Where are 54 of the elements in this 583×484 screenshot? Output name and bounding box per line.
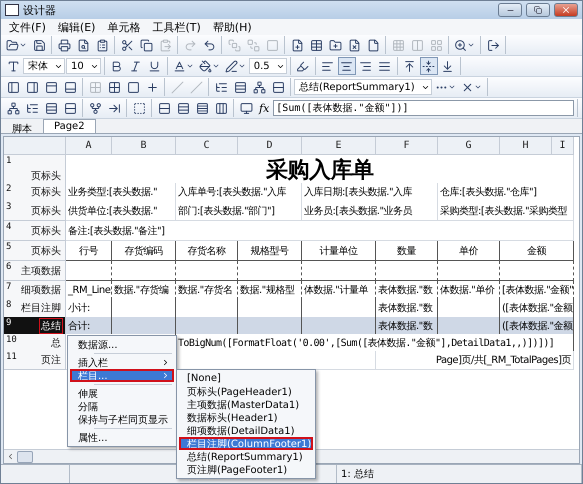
row-number: 7 — [6, 282, 12, 294]
row-number: 4 — [6, 222, 12, 234]
band-label: 栏目注脚 — [20, 302, 62, 316]
table-cell: [表体数据."金额" — [500, 281, 574, 300]
row-number: 2 — [6, 184, 12, 196]
band-label: 页注 — [40, 354, 62, 368]
table-cell: 表体数据."数 — [376, 299, 438, 318]
table-cell: 体数据."计量单 — [302, 281, 376, 300]
table-cell: 入库单号:[表头数据."入库 — [176, 183, 302, 202]
table-cell: 金额 — [500, 241, 574, 261]
row-number: 9 — [6, 318, 12, 330]
table-cell: 小计: — [66, 299, 112, 318]
table-cell: 入库日期:[表头数据."入库 — [302, 183, 438, 202]
table-cell: 采购类型:[表头数据."采购类型 — [438, 201, 574, 221]
band-label: 总结 — [39, 318, 63, 334]
table-cell: 存货编码 — [112, 241, 176, 261]
band-label: 页标头 — [30, 170, 62, 184]
table-cell: 数据."存货名 — [176, 281, 238, 300]
table-cell: 存货名称 — [176, 241, 238, 261]
table-cell: 计量单位 — [302, 241, 376, 261]
table-cell: 行号 — [66, 241, 112, 261]
function-label: fx — [258, 102, 270, 114]
table-cell: 单价 — [438, 241, 500, 261]
band-label: 页标头 — [30, 224, 62, 239]
band-label: 页标头 — [30, 204, 62, 219]
table-cell: 表体数据."数 — [376, 281, 438, 300]
row-number: 5 — [6, 242, 12, 254]
row-number: 3 — [6, 202, 12, 214]
row-number: 1 — [6, 156, 12, 168]
window-title: 设计器 — [23, 2, 57, 18]
table-cell: 数据."规格型 — [238, 281, 302, 300]
row-number: 8 — [6, 300, 12, 312]
table-cell: _RM_Line — [66, 281, 112, 300]
band-label: 细项数据 — [20, 284, 62, 298]
row-number: 10 — [6, 335, 17, 347]
table-cell: 业务员:[表头数据."业务员 — [302, 201, 438, 221]
band-label: 页标头 — [30, 186, 62, 200]
row-number: 6 — [6, 262, 12, 274]
band-label: 总 — [50, 336, 62, 351]
table-cell: 部门:[表头数据."部门"] — [176, 201, 302, 221]
status-text: 1: 总结 — [341, 468, 374, 481]
table-cell: 业务类型:[表头数据." — [66, 183, 176, 202]
table-cell: ([表体数据."金额 — [500, 299, 574, 318]
band-label: 主项数据 — [20, 264, 62, 279]
table-cell: 供货单位:[表头数据." — [66, 201, 176, 221]
table-cell: 仓库:[表头数据."仓库"] — [438, 183, 574, 202]
table-cell: 数据."存货编 — [112, 281, 176, 300]
band-label: 页标头 — [30, 244, 62, 259]
row-number: 11 — [6, 352, 17, 364]
table-cell: 规格型号 — [238, 241, 302, 261]
table-cell: 体数据."单价 — [438, 281, 500, 300]
table-cell: Page]页/共[_RM_TotalPages]页 — [376, 351, 574, 370]
table-cell: 备注:[表头数据."备注"] — [66, 221, 574, 241]
table-cell: 数量 — [376, 241, 438, 261]
